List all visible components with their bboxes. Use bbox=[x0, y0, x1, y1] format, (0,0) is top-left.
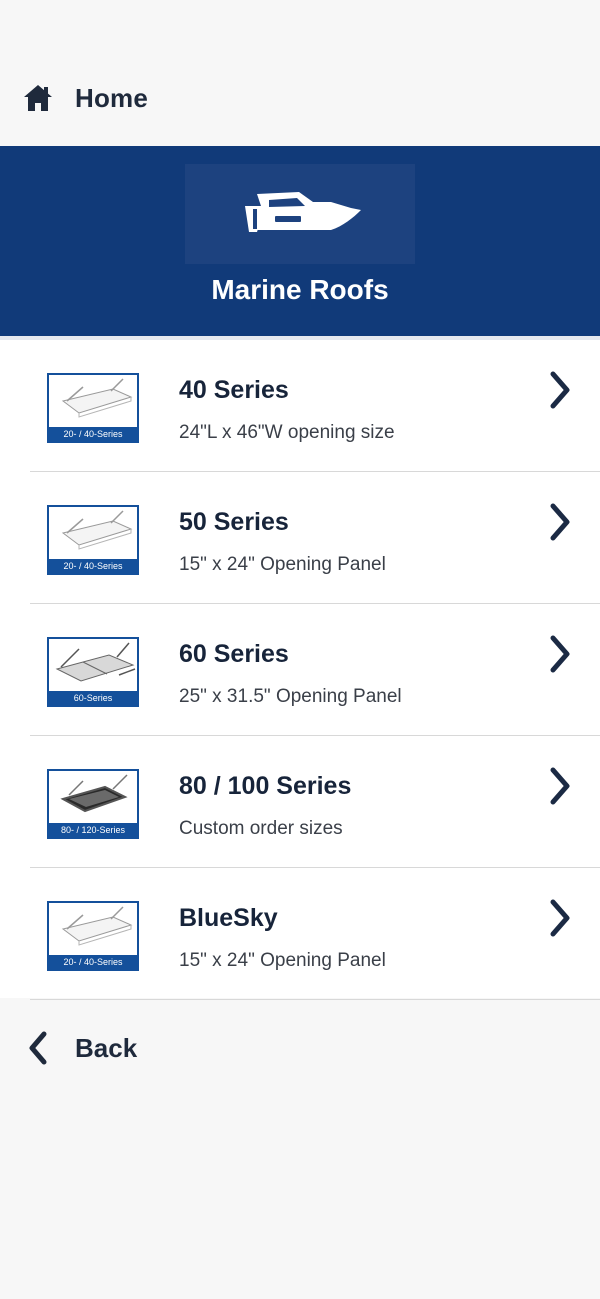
product-thumbnail: 20- / 40-Series bbox=[47, 901, 139, 971]
roof-hatch-image bbox=[61, 906, 133, 946]
list-item[interactable]: 60-Series 60 Series 25" x 31.5" Opening Pa… bbox=[0, 604, 600, 736]
banner-icon-box bbox=[185, 164, 415, 264]
back-label: Back bbox=[75, 1032, 138, 1063]
banner-title: Marine Roofs bbox=[211, 274, 389, 305]
list-item[interactable]: 20- / 40-Series 40 Series 24"L x 46"W open… bbox=[0, 340, 600, 472]
chevron-right-icon bbox=[550, 635, 570, 673]
item-title: BlueSky bbox=[179, 904, 278, 932]
thumbnail-caption: 80- / 120-Series bbox=[49, 823, 137, 837]
item-subtitle: Custom order sizes bbox=[179, 818, 343, 839]
item-subtitle: 15" x 24" Opening Panel bbox=[179, 554, 386, 575]
list-item[interactable]: 80- / 120-Series 80 / 100 Series Custom or… bbox=[0, 736, 600, 868]
item-subtitle: 25" x 31.5" Opening Panel bbox=[179, 686, 402, 707]
boat-icon bbox=[245, 192, 361, 232]
item-subtitle: 15" x 24" Opening Panel bbox=[179, 950, 386, 971]
home-icon bbox=[24, 85, 52, 111]
item-title: 80 / 100 Series bbox=[179, 772, 352, 800]
chevron-right-icon bbox=[550, 767, 570, 805]
list-item[interactable]: 20- / 40-Series BlueSky 15" x 24" Opening … bbox=[0, 868, 600, 1000]
product-thumbnail: 20- / 40-Series bbox=[47, 373, 139, 443]
roof-hatch-image bbox=[60, 774, 128, 813]
divider bbox=[30, 999, 600, 1000]
chevron-right-icon bbox=[550, 503, 570, 541]
thumbnail-caption: 20- / 40-Series bbox=[49, 955, 137, 969]
item-subtitle: 24"L x 46"W opening size bbox=[179, 422, 395, 443]
thumbnail-caption: 20- / 40-Series bbox=[49, 559, 137, 573]
chevron-right-icon bbox=[550, 371, 570, 409]
product-thumbnail: 80- / 120-Series bbox=[47, 769, 139, 839]
category-banner: Marine Roofs bbox=[0, 146, 600, 336]
roof-hatch-image bbox=[61, 510, 133, 550]
item-title: 60 Series bbox=[179, 640, 289, 668]
product-list: 20- / 40-Series 40 Series 24"L x 46"W open… bbox=[0, 336, 600, 1000]
chevron-left-icon bbox=[29, 1031, 47, 1065]
home-link[interactable]: Home bbox=[22, 78, 148, 118]
product-thumbnail: 20- / 40-Series bbox=[47, 505, 139, 575]
item-title: 50 Series bbox=[179, 508, 289, 536]
top-bar: Home bbox=[0, 0, 600, 146]
product-thumbnail: 60-Series bbox=[47, 637, 139, 707]
item-title: 40 Series bbox=[179, 376, 289, 404]
thumbnail-caption: 60-Series bbox=[49, 691, 137, 705]
back-button[interactable]: Back bbox=[26, 1028, 137, 1068]
list-item[interactable]: 20- / 40-Series 50 Series 15" x 24" Openin… bbox=[0, 472, 600, 604]
roof-hatch-image bbox=[55, 642, 136, 682]
chevron-right-icon bbox=[550, 899, 570, 937]
home-label: Home bbox=[75, 82, 149, 113]
roof-hatch-image bbox=[61, 378, 133, 418]
thumbnail-caption: 20- / 40-Series bbox=[49, 427, 137, 441]
